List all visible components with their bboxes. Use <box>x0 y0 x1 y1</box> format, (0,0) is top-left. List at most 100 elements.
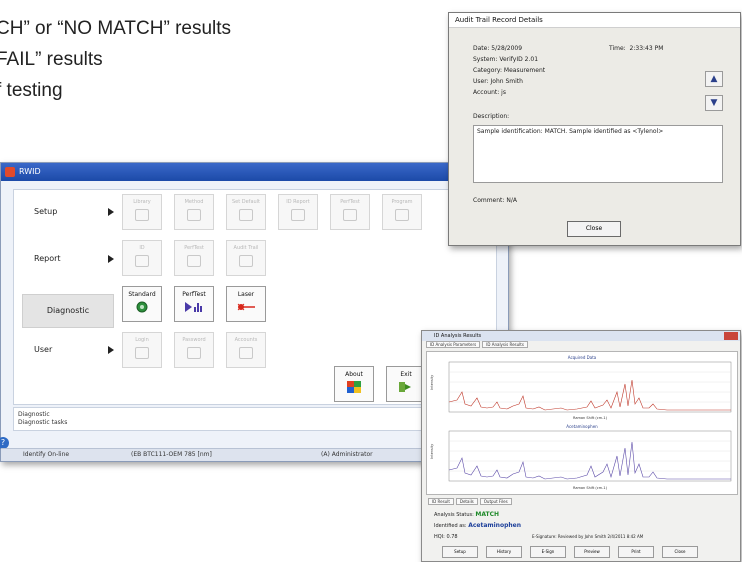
date-field: Date: 5/28/2009 <box>473 45 522 52</box>
audit-trail-label: Audit Trail <box>233 245 259 251</box>
exit-label: Exit <box>400 371 412 378</box>
identified-value: Acetaminophen <box>468 522 521 529</box>
tab-id-analysis-parameters[interactable]: ID Analysis Parameters <box>426 341 481 348</box>
perftest-diag-icon <box>185 302 202 312</box>
menu-diagnostic[interactable]: Diagnostic <box>22 294 114 328</box>
pencil-icon <box>239 209 253 221</box>
menu-setup-label: Setup <box>34 207 58 216</box>
login-button[interactable]: Login <box>122 332 162 368</box>
expand-arrow-icon <box>108 208 114 216</box>
program-label: Program <box>391 199 413 205</box>
tab-id-analysis-results[interactable]: ID Analysis Results <box>482 341 528 348</box>
setup-button[interactable]: Setup <box>442 546 478 558</box>
perftest-diag-button[interactable]: PerfTest <box>174 286 214 322</box>
bottom-y-axis-label: Intensity <box>430 444 434 459</box>
main-window-title: RWID <box>19 167 41 176</box>
perftest-diag-label: PerfTest <box>182 291 206 298</box>
program-icon <box>395 209 409 221</box>
time-label: Time: <box>609 45 626 52</box>
comment-label: Comment: <box>473 197 505 204</box>
user-field: User: John Smith <box>473 78 523 85</box>
status-user: (A) Administrator <box>321 451 373 458</box>
status-text: Diagnostic tasks <box>18 419 68 426</box>
password-button[interactable]: Password <box>174 332 214 368</box>
close-button[interactable]: Close <box>567 221 621 237</box>
audit-icon <box>239 255 253 267</box>
method-label: Method <box>184 199 204 205</box>
arrow-down-icon: ▼ <box>710 98 718 108</box>
identified-field: Identified as: Acetaminophen <box>434 522 521 529</box>
close-results-button[interactable]: Close <box>662 546 698 558</box>
id-report-row-button[interactable]: ID <box>122 240 162 276</box>
perftest-report-label: PerfTest <box>184 245 204 251</box>
status-title: Diagnostic <box>18 411 50 418</box>
set-default-button[interactable]: Set Default <box>226 194 266 230</box>
id-report-button[interactable]: ID Report <box>278 194 318 230</box>
perftest-icon <box>343 209 357 221</box>
method-button[interactable]: Method <box>174 194 214 230</box>
tab-output-files[interactable]: Output Files <box>479 498 512 505</box>
laser-icon <box>237 303 255 311</box>
password-icon <box>187 347 201 359</box>
date-label: Date: <box>473 45 490 52</box>
perftest-report-button[interactable]: PerfTest <box>174 240 214 276</box>
id-window-title: ID Analysis Results <box>434 333 482 339</box>
audit-window-title: Audit Trail Record Details <box>449 13 740 28</box>
login-label: Login <box>135 337 149 343</box>
next-record-button[interactable]: ▼ <box>705 95 723 111</box>
audit-trail-button[interactable]: Audit Trail <box>226 240 266 276</box>
preview-button[interactable]: Preview <box>574 546 610 558</box>
about-icon <box>347 381 361 393</box>
print-button[interactable]: Print <box>618 546 654 558</box>
laser-button[interactable]: Laser <box>226 286 266 322</box>
menu-diagnostic-label: Diagnostic <box>46 306 90 315</box>
previous-record-button[interactable]: ▲ <box>705 71 723 87</box>
tab-details[interactable]: Details <box>455 498 478 505</box>
chart-icon <box>187 255 201 267</box>
analysis-status-field: Analysis Status: MATCH <box>434 511 499 518</box>
report-icon <box>291 209 305 221</box>
id-analysis-window: ID Analysis Results ID Analysis Paramete… <box>421 330 741 562</box>
exit-button[interactable]: Exit <box>386 366 426 402</box>
hqi-value: 0.78 <box>446 534 458 540</box>
app-logo-icon <box>5 167 15 177</box>
esign-button[interactable]: E-Sign <box>530 546 566 558</box>
spectra-panel: Acquired Data Raman Shift (cm-1) Intensi… <box>426 351 738 495</box>
comment-value: N/A <box>506 197 517 204</box>
laser-label: Laser <box>237 291 255 298</box>
menu-report[interactable]: Report <box>34 249 124 269</box>
date-value: 5/28/2009 <box>491 45 523 52</box>
description-box[interactable]: Sample identification: MATCH. Sample ide… <box>473 125 723 183</box>
menu-setup[interactable]: Setup <box>34 202 124 222</box>
history-button[interactable]: History <box>486 546 522 558</box>
perftest-setup-button[interactable]: PerfTest <box>330 194 370 230</box>
accounts-icon <box>239 347 253 359</box>
id-bottom-tabs: ID Result Details Output Files <box>424 498 514 506</box>
description-text: Sample identification: MATCH. Sample ide… <box>477 128 664 135</box>
standard-button[interactable]: Standard <box>122 286 162 322</box>
key-icon <box>135 347 149 359</box>
library-button[interactable]: Library <box>122 194 162 230</box>
menu-user[interactable]: User <box>34 340 124 360</box>
bullet-text: FAIL” results <box>0 49 103 70</box>
hqi-label: HQI: <box>434 534 445 540</box>
account-field: Account: js <box>473 89 506 96</box>
tab-id-result[interactable]: ID Result <box>428 498 454 505</box>
accounts-button[interactable]: Accounts <box>226 332 266 368</box>
user-label: User: <box>473 78 489 85</box>
program-button[interactable]: Program <box>382 194 422 230</box>
system-label: System: <box>473 56 498 63</box>
spectra-svg: Acquired Data Raman Shift (cm-1) Intensi… <box>430 355 732 490</box>
window-close-icon[interactable] <box>724 332 738 340</box>
top-y-axis-label: Intensity <box>430 375 434 390</box>
esignature-text: E-Signature: Reviewed by John Smith 2/4/… <box>532 534 644 539</box>
bullet-text: CH” or “NO MATCH” results <box>0 18 232 39</box>
about-button[interactable]: About <box>334 366 374 402</box>
bottom-x-axis-label: Raman Shift (cm-1) <box>573 486 608 490</box>
library-icon <box>135 209 149 221</box>
id-report-label: ID Report <box>286 199 310 205</box>
arrow-up-icon: ▲ <box>710 74 718 84</box>
hqi-field: HQI: 0.78 <box>434 534 458 540</box>
top-chart-frame <box>448 361 732 413</box>
system-value: VerifyID 2.01 <box>499 56 539 63</box>
